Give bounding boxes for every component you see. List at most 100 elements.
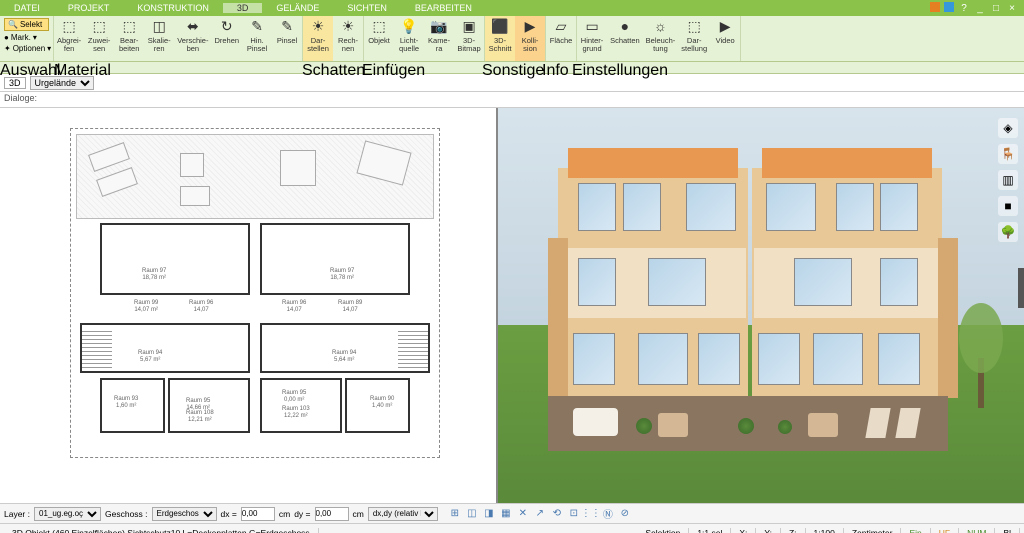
mark-button[interactable]: ● Mark. ▾	[4, 33, 49, 42]
status-bl: Bl	[995, 528, 1020, 533]
status-z: Z:	[781, 528, 806, 533]
room-label: Raum 9718,78 m²	[142, 268, 166, 281]
ribbon-labels: Auswahl Material Schatten Einfügen Sonst…	[0, 62, 1024, 74]
status-ratio: 1:1 sel	[689, 528, 731, 533]
menu-bar: DATEI PROJEKT KONSTRUKTION 3D GELÄNDE SI…	[0, 0, 1024, 16]
layer-label: Layer :	[4, 509, 30, 519]
ribbon-flche-button[interactable]: ▱Fläche	[546, 16, 576, 61]
help-icon[interactable]: ?	[958, 2, 970, 14]
bottom-tool-icon-6[interactable]: ⟲	[550, 507, 564, 521]
st-tree-icon[interactable]: 🌳	[998, 222, 1018, 242]
st-pattern-icon[interactable]: ▥	[998, 170, 1018, 190]
ribbon-drehen-button[interactable]: ↻Drehen	[211, 16, 242, 61]
room-label: Raum 9914,07 m²	[134, 300, 158, 313]
room-label: Raum 9614,07	[282, 300, 306, 313]
bottom-tool-icon-0[interactable]: ⊞	[448, 507, 462, 521]
dy-label: dy =	[294, 509, 310, 519]
status-unit: Zentimeter	[844, 528, 902, 533]
3d-side-tools: ◈ 🪑 ▥ ■ 🌳	[998, 118, 1020, 242]
selekt-button[interactable]: 🔍 Selekt	[4, 18, 49, 31]
close-icon[interactable]: ×	[1006, 2, 1018, 14]
main-area: Raum 9718,78 m² Raum 9914,07 m² Raum 9614,…	[0, 108, 1024, 503]
ribbon-hinpinsel-button[interactable]: ✎Hin.Pinsel	[242, 16, 272, 61]
room-label: Raum 10312,22 m²	[282, 406, 310, 419]
dx-input[interactable]	[241, 507, 275, 521]
bottom-tool-icon-10[interactable]: ⊘	[618, 507, 632, 521]
menu-konstruktion[interactable]: KONSTRUKTION	[123, 3, 223, 13]
ribbon-lichtquelle-button[interactable]: 💡Licht-quelle	[394, 16, 424, 61]
status-bar: 3D Objekt (460 Einzelflächen) Sichtschut…	[0, 523, 1024, 533]
color-icon[interactable]	[930, 2, 940, 12]
menu-3d[interactable]: 3D	[223, 3, 263, 13]
room-label: Raum 931,60 m²	[114, 396, 138, 409]
st-solid-icon[interactable]: ■	[998, 196, 1018, 216]
min-icon[interactable]: _	[974, 2, 986, 14]
geschoss-label: Geschoss :	[105, 509, 148, 519]
bottom-tool-icon-9[interactable]: Ⓝ	[601, 507, 615, 521]
ribbon-schatten-button[interactable]: ●Schatten	[607, 16, 643, 61]
bottom-tool-icon-4[interactable]: ✕	[516, 507, 530, 521]
ribbon-bearbeiten-button[interactable]: ⬚Bear-beiten	[114, 16, 144, 61]
room-label: Raum 9718,78 m²	[330, 268, 354, 281]
status-selektion: Selektion	[637, 528, 689, 533]
ribbon-kollision-button[interactable]: ▶Kolli-sion	[515, 16, 545, 61]
status-ein: Ein	[901, 528, 930, 533]
max-icon[interactable]: □	[990, 2, 1002, 14]
layer-picker[interactable]: 01_ug.eg.oç	[34, 507, 101, 521]
st-layers-icon[interactable]: ◈	[998, 118, 1018, 138]
menu-bearbeiten[interactable]: BEARBEITEN	[401, 3, 486, 13]
status-scale: 1:100	[806, 528, 844, 533]
ribbon-kamera-button[interactable]: 📷Kame-ra	[424, 16, 454, 61]
menu-sichten[interactable]: SICHTEN	[333, 3, 401, 13]
optionen-button[interactable]: ✦ Optionen ▾	[4, 44, 49, 53]
ribbon: 🔍 Selekt ● Mark. ▾ ✦ Optionen ▾ ⬚Abgrei-…	[0, 16, 1024, 62]
bottom-tool-icon-3[interactable]: ▦	[499, 507, 513, 521]
layer-select[interactable]: Urgelände	[30, 76, 94, 90]
dy-input[interactable]	[315, 507, 349, 521]
room-label: Raum 945,67 m²	[138, 350, 162, 363]
bottom-tool-icon-8[interactable]: ⋮⋮	[584, 507, 598, 521]
room-label: Raum 10812,21 m²	[186, 410, 214, 423]
menu-projekt[interactable]: PROJEKT	[54, 3, 124, 13]
st-furniture-icon[interactable]: 🪑	[998, 144, 1018, 164]
status-x: X:	[731, 528, 756, 533]
bottom-tool-icon-2[interactable]: ◨	[482, 507, 496, 521]
status-num: NUM	[959, 528, 995, 533]
side-handle[interactable]	[1018, 268, 1024, 308]
titlebar-icons: ? _ □ ×	[930, 2, 1024, 14]
plan-pane[interactable]: Raum 9718,78 m² Raum 9914,07 m² Raum 9614,…	[0, 108, 498, 503]
ribbon-beleuchtung-button[interactable]: ☼Beleuch-tung	[643, 16, 679, 61]
ribbon-dbitmap-button[interactable]: ▣3D-Bitmap	[454, 16, 484, 61]
status-uf: UF	[931, 528, 959, 533]
ribbon-abgreifen-button[interactable]: ⬚Abgrei-fen	[54, 16, 84, 61]
rel-picker[interactable]: dx,dy (relativ ka	[368, 507, 438, 521]
bottom-toolbar: Layer : 01_ug.eg.oç Geschoss : Erdgescho…	[0, 503, 1024, 523]
ribbon-video-button[interactable]: ▶Video	[710, 16, 740, 61]
color-icon-2[interactable]	[944, 2, 954, 12]
ribbon-dschnitt-button[interactable]: ⬛3D-Schnitt	[485, 16, 515, 61]
ribbon-rechnen-button[interactable]: ☀Rech-nen	[333, 16, 363, 61]
dx-label: dx =	[221, 509, 237, 519]
room-label: Raum 8914,07	[338, 300, 362, 313]
bottom-tool-icon-1[interactable]: ◫	[465, 507, 479, 521]
ribbon-verschieben-button[interactable]: ⬌Verschie-ben	[174, 16, 211, 61]
ribbon-objekt-button[interactable]: ⬚Objekt	[364, 16, 394, 61]
room-label: Raum 945,64 m²	[332, 350, 356, 363]
status-y: Y:	[756, 528, 781, 533]
menu-datei[interactable]: DATEI	[0, 3, 54, 13]
menu-gelaende[interactable]: GELÄNDE	[262, 3, 333, 13]
geschoss-picker[interactable]: Erdgeschos	[152, 507, 217, 521]
bottom-tool-icon-5[interactable]: ↗	[533, 507, 547, 521]
room-label: Raum 9614,07	[189, 300, 213, 313]
status-object: 3D Objekt (460 Einzelflächen) Sichtschut…	[4, 528, 319, 533]
ribbon-pinsel-button[interactable]: ✎Pinsel	[272, 16, 302, 61]
ribbon-darstellen-button[interactable]: ☀Dar-stellen	[303, 16, 333, 61]
room-label: Raum 950,00 m²	[282, 390, 306, 403]
ribbon-hintergrund-button[interactable]: ▭Hinter-grund	[577, 16, 607, 61]
dialog-bar: Dialoge:	[0, 92, 1024, 108]
ribbon-darstellung-button[interactable]: ⬚Dar-stellung	[678, 16, 710, 61]
bottom-tool-icon-7[interactable]: ⊡	[567, 507, 581, 521]
3d-pane[interactable]: ◈ 🪑 ▥ ■ 🌳	[498, 108, 1024, 503]
ribbon-zuweisen-button[interactable]: ⬚Zuwei-sen	[84, 16, 114, 61]
ribbon-skalieren-button[interactable]: ◫Skalie-ren	[144, 16, 174, 61]
